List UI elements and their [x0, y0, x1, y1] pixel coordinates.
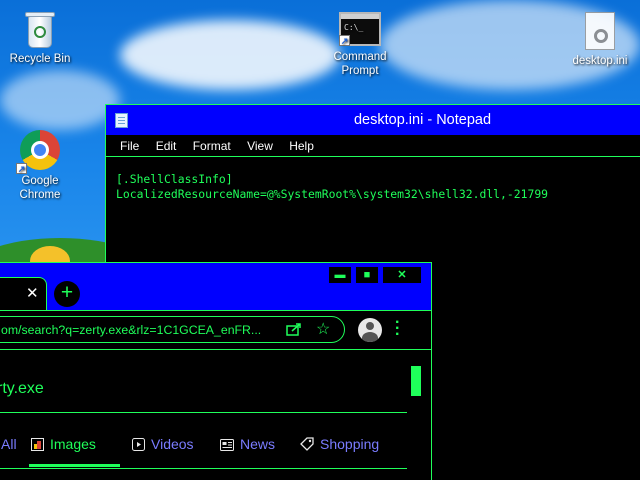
bookmark-star-icon[interactable]: ☆ [316, 319, 330, 339]
search-query-text[interactable]: rty.exe [0, 380, 44, 398]
minimize-button[interactable]: ▬ [329, 267, 351, 283]
share-icon[interactable] [286, 322, 302, 336]
filter-label: News [240, 436, 276, 452]
text-line: LocalizedResourceName=@%SystemRoot%\syst… [116, 186, 549, 201]
profile-avatar[interactable] [358, 318, 382, 342]
desktop-icon-google-chrome[interactable]: ↗ Google Chrome [0, 130, 80, 202]
filter-tab-shopping[interactable]: Shopping [300, 436, 379, 452]
active-filter-underline [29, 464, 120, 467]
menu-file[interactable]: File [120, 135, 139, 153]
shortcut-arrow-icon: ↗ [16, 163, 27, 174]
menu-format[interactable]: Format [193, 135, 231, 153]
filter-tab-all[interactable]: All [1, 436, 17, 452]
desktop-icon-command-prompt[interactable]: C:\_ ↗ Command Prompt [320, 12, 400, 78]
close-window-button[interactable]: ✕ [383, 267, 421, 283]
chrome-icon: ↗ [16, 130, 60, 174]
desktop-icon-label: Google Chrome [19, 175, 61, 201]
menu-edit[interactable]: Edit [156, 135, 177, 153]
address-bar[interactable]: om/search?q=zerty.exe&rlz=1C1GCEA_enFR..… [0, 316, 345, 343]
notepad-menubar: File Edit Format View Help [106, 135, 640, 157]
desktop-icon-label: desktop.ini [572, 55, 628, 67]
new-tab-button[interactable]: + [54, 281, 80, 307]
browser-tab[interactable]: ✕ [0, 277, 47, 310]
image-icon [31, 438, 44, 451]
window-title: desktop.ini - Notepad [353, 112, 492, 128]
notepad-titlebar[interactable]: desktop.ini - Notepad [106, 105, 640, 135]
url-text: om/search?q=zerty.exe&rlz=1C1GCEA_enFR..… [1, 323, 262, 337]
close-tab-icon[interactable]: ✕ [26, 284, 39, 302]
news-icon [220, 439, 234, 451]
filter-tab-news[interactable]: News [220, 436, 275, 452]
chrome-window[interactable]: ✕ + ▬ ■ ✕ om/search?q=zerty.exe&rlz=1C1G… [0, 262, 432, 480]
desktop-icon-desktop-ini[interactable]: desktop.ini [560, 12, 640, 68]
cloud-decoration [120, 20, 340, 90]
filter-label: All [1, 436, 17, 452]
search-results-page: rty.exe All Images Videos News Shopping [0, 349, 431, 480]
recycle-bin-icon [25, 8, 55, 48]
tag-icon [300, 437, 314, 451]
menu-view[interactable]: View [247, 135, 273, 153]
search-filter-tabs: All Images Videos News Shopping [0, 436, 411, 458]
command-prompt-icon: C:\_ ↗ [339, 12, 381, 46]
maximize-button[interactable]: ■ [356, 267, 378, 283]
cloud-decoration [0, 70, 120, 130]
text-line: [.ShellClassInfo] [116, 172, 233, 186]
divider [0, 412, 407, 413]
filter-label: Videos [151, 436, 194, 452]
menu-kebab-icon[interactable]: · · · [395, 315, 400, 343]
scrollbar-thumb[interactable] [411, 366, 421, 396]
menu-help[interactable]: Help [289, 135, 314, 153]
video-icon [132, 438, 145, 451]
filter-tab-videos[interactable]: Videos [132, 436, 194, 452]
desktop-icon-label: Recycle Bin [9, 53, 71, 65]
shortcut-arrow-icon: ↗ [339, 35, 350, 46]
divider [0, 468, 407, 469]
chrome-toolbar: om/search?q=zerty.exe&rlz=1C1GCEA_enFR..… [0, 310, 431, 348]
filter-label: Shopping [320, 436, 380, 452]
desktop-icon-label: Command Prompt [333, 51, 387, 77]
filter-tab-images[interactable]: Images [31, 436, 96, 452]
cmd-glyph-text: C:\_ [344, 23, 364, 32]
desktop-icon-recycle-bin[interactable]: Recycle Bin [0, 8, 80, 66]
filter-label: Images [50, 436, 96, 452]
settings-file-icon [585, 12, 615, 50]
chrome-tabstrip: ✕ + ▬ ■ ✕ [0, 263, 431, 310]
